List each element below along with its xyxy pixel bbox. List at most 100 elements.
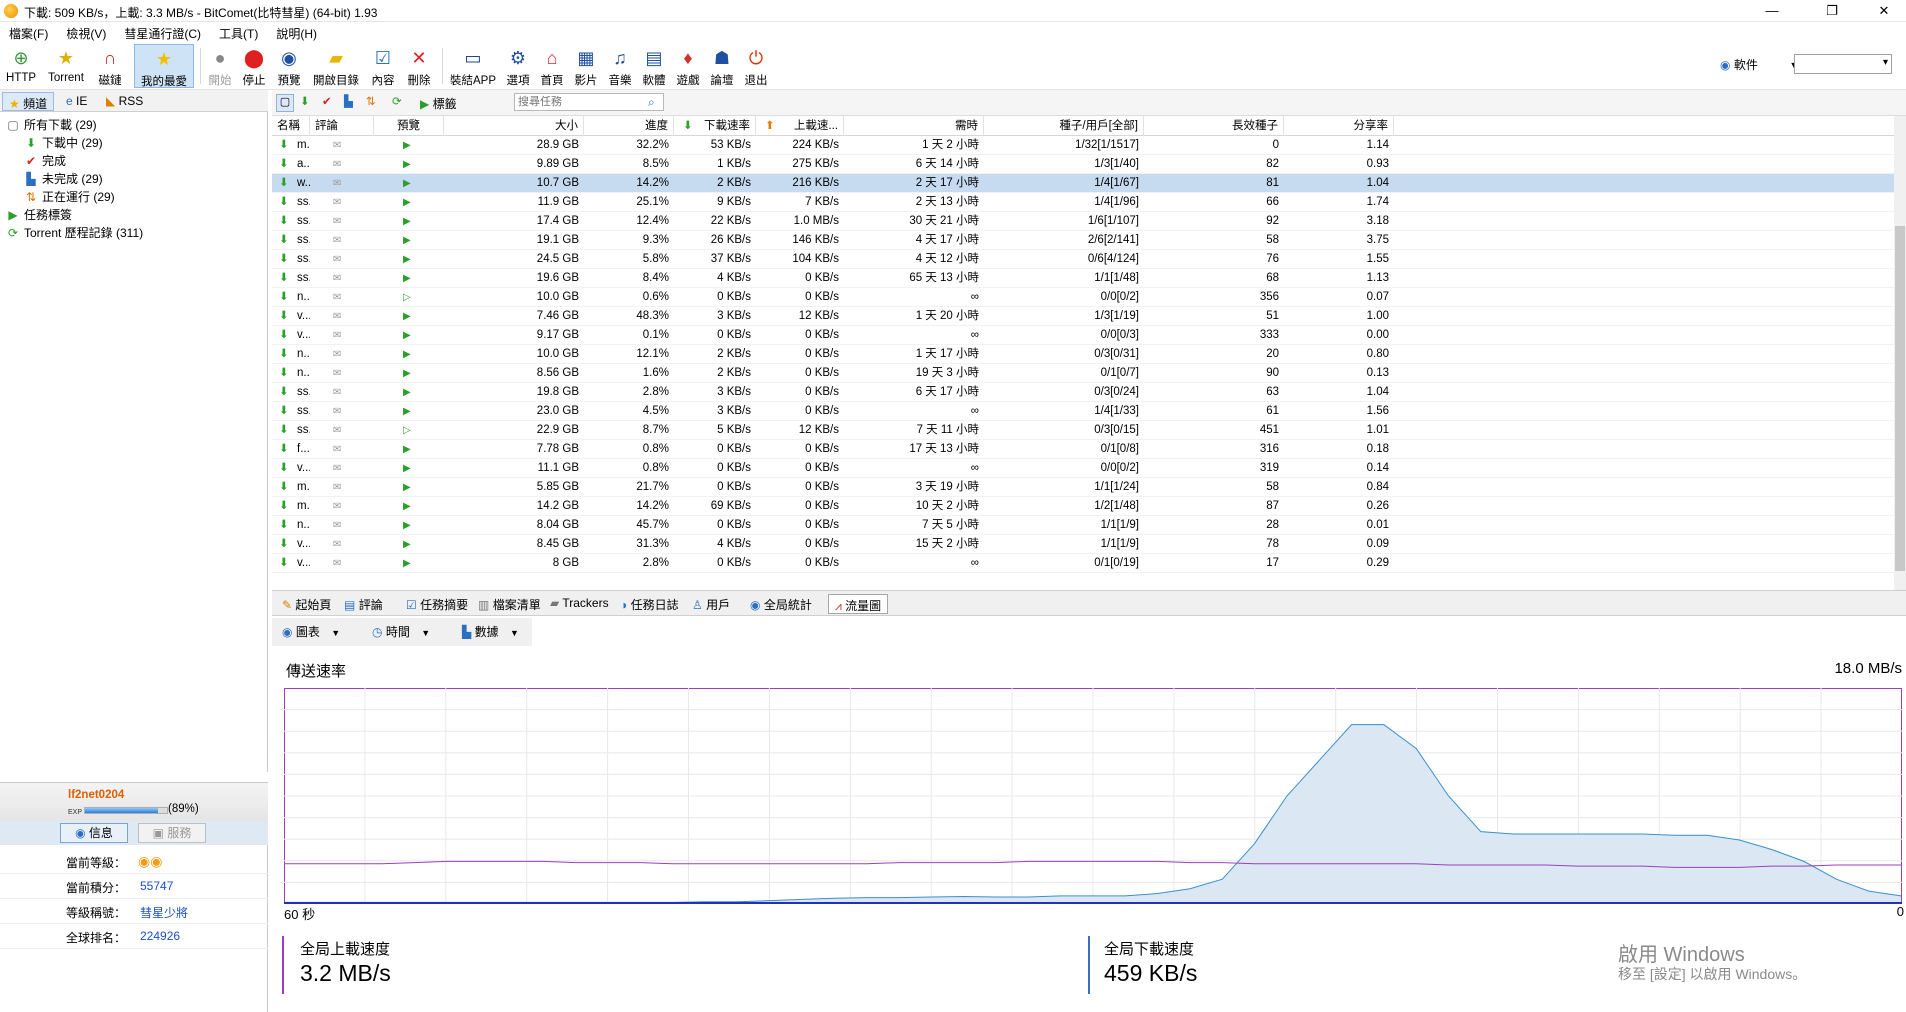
table-row[interactable]: ⬇ v... ✉ ▶ 8 GB 2.8% 0 KB/s 0 KB/s ∞ 0/1[0/19] 17 0…	[272, 554, 1906, 573]
preview-play-icon[interactable]: ▶	[398, 136, 428, 155]
forum-button[interactable]: ☗ 論壇	[706, 44, 738, 88]
http-button[interactable]: ⊕ HTTP	[2, 44, 40, 88]
table-row[interactable]: ⬇ n... ✉ ▶ 10.0 GB 12.1% 2 KB/s 0 KB/s 1 天 17 小時…	[272, 345, 1906, 364]
preview-play-icon[interactable]: ▶	[398, 307, 428, 326]
table-row[interactable]: ⬇ ss... ✉ ▶ 11.9 GB 25.1% 9 KB/s 7 KB/s 2 天 13 小…	[272, 193, 1906, 212]
table-row[interactable]: ⬇ m... ✉ ▶ 14.2 GB 14.2% 69 KB/s 0 KB/s 10 天 2 小…	[272, 497, 1906, 516]
torrent-button[interactable]: ★ Torrent	[42, 44, 90, 88]
tab-rss[interactable]: ◣ RSS	[100, 92, 149, 111]
tab-file-list[interactable]: ▥ 檔案清單	[472, 594, 547, 614]
col-share-ratio[interactable]: 分享率	[1284, 116, 1394, 136]
start-button[interactable]: ● 開始	[204, 44, 236, 88]
table-row[interactable]: ⬇ ss... ✉ ▶ 23.0 GB 4.5% 3 KB/s 0 KB/s ∞ 1/4[1/33…	[272, 402, 1906, 421]
preview-play-icon[interactable]: ▶	[398, 554, 428, 573]
table-row[interactable]: ⬇ f... ✉ ▶ 7.78 GB 0.8% 0 KB/s 0 KB/s 17 天 13 小時…	[272, 440, 1906, 459]
video-button[interactable]: ▦ 影片	[570, 44, 602, 88]
table-row[interactable]: ⬇ w... ✉ ▶ 10.7 GB 14.2% 2 KB/s 216 KB/s 2 天 17 …	[272, 174, 1906, 193]
table-row[interactable]: ⬇ m... ✉ ▶ 5.85 GB 21.7% 0 KB/s 0 KB/s 3 天 19 小時…	[272, 478, 1906, 497]
preview-play-icon[interactable]: ▶	[398, 231, 428, 250]
list-scrollbar[interactable]	[1894, 116, 1906, 590]
preview-play-icon[interactable]: ▶	[398, 345, 428, 364]
tab-comments[interactable]: ▤ 評論	[338, 594, 389, 614]
preview-play-icon[interactable]: ▶	[398, 402, 428, 421]
close-icon[interactable]: ✕	[1862, 0, 1906, 22]
options-button[interactable]: ⚙ 選項	[502, 44, 534, 88]
tab-trackers[interactable]: ▰ Trackers	[544, 594, 615, 614]
app-button[interactable]: ▭ 裝結APP	[446, 44, 500, 88]
tab-ie[interactable]: e IE	[60, 92, 93, 111]
menu-view[interactable]: 檢視(V)	[57, 22, 115, 42]
chart-dropdown[interactable]: ◉ 圖表 ▼	[282, 623, 340, 640]
preview-play-icon[interactable]: ▶	[398, 212, 428, 231]
col-upload-rate[interactable]: ⬆ 上載速...	[756, 116, 844, 136]
menu-help[interactable]: 說明(H)	[267, 22, 326, 42]
preview-play-icon[interactable]: ▶	[398, 535, 428, 554]
menu-pass[interactable]: 彗星通行證(C)	[115, 22, 210, 42]
search-icon[interactable]: ⌕	[648, 95, 655, 110]
software-menu[interactable]: ◉ 軟件 ▾	[1720, 56, 1797, 73]
tab-start-page[interactable]: ✎ 起始頁	[276, 594, 337, 614]
col-size[interactable]: 大小	[444, 116, 584, 136]
tab-peers[interactable]: ♙ 用戶	[686, 594, 736, 614]
magnet-button[interactable]: ∩ 磁鏈	[92, 44, 128, 88]
preview-play-icon[interactable]: ▶	[398, 193, 428, 212]
tree-all-downloads[interactable]: ▢ 所有下載 (29)	[0, 116, 268, 134]
time-dropdown[interactable]: ◷ 時間 ▼	[372, 623, 430, 640]
tree-history[interactable]: ⟳ Torrent 歷程記錄 (311)	[0, 224, 268, 242]
restore-icon[interactable]: ❐	[1810, 0, 1854, 22]
tab-traffic-graph[interactable]: ⩘ 流量圖	[828, 594, 889, 614]
preview-play-icon[interactable]: ▶	[398, 383, 428, 402]
incomplete-filter-icon[interactable]: ▙	[344, 94, 353, 108]
history-filter-icon[interactable]: ⟳	[392, 94, 402, 108]
menu-tools[interactable]: 工具(T)	[210, 22, 267, 42]
exit-button[interactable]: ⏻ 退出	[740, 44, 772, 88]
preview-play-icon[interactable]: ▶	[398, 269, 428, 288]
tree-task-tags[interactable]: ▶ 任務標簽	[0, 206, 268, 224]
table-row[interactable]: ⬇ ss... ✉ ▶ 19.6 GB 8.4% 4 KB/s 0 KB/s 65 天 13 小…	[272, 269, 1906, 288]
scroll-thumb[interactable]	[1895, 226, 1905, 571]
table-row[interactable]: ⬇ ss... ✉ ▶ 19.8 GB 2.8% 3 KB/s 0 KB/s 6 天 17 小時…	[272, 383, 1906, 402]
software-button[interactable]: ▤ 軟體	[638, 44, 670, 88]
table-row[interactable]: ⬇ ss... ✉ ▶ 19.1 GB 9.3% 26 KB/s 146 KB/s 4 天 17…	[272, 231, 1906, 250]
col-seeds-peers[interactable]: 種子/用戶[全部]	[984, 116, 1144, 136]
preview-play-icon[interactable]: ▶	[398, 440, 428, 459]
table-row[interactable]: ⬇ n... ✉ ▶ 8.56 GB 1.6% 2 KB/s 0 KB/s 19 天 3 小時 0…	[272, 364, 1906, 383]
preview-play-icon[interactable]: ▷	[398, 421, 428, 440]
completed-filter-icon[interactable]: ✔	[322, 94, 332, 108]
preview-play-icon[interactable]: ▶	[398, 497, 428, 516]
col-download-rate[interactable]: ⬇ 下載速率	[674, 116, 756, 136]
table-row[interactable]: ⬇ ss... ✉ ▷ 22.9 GB 8.7% 5 KB/s 12 KB/s 7 天 11 小…	[272, 421, 1906, 440]
col-remaining[interactable]: 需時	[844, 116, 984, 136]
tree-incomplete[interactable]: ▙ 未完成 (29)	[0, 170, 268, 188]
minimize-icon[interactable]: —	[1750, 0, 1794, 22]
table-row[interactable]: ⬇ v... ✉ ▶ 7.46 GB 48.3% 3 KB/s 12 KB/s 1 天 20 小…	[272, 307, 1906, 326]
stop-button[interactable]: ⬤ 停止	[238, 44, 270, 88]
preview-play-icon[interactable]: ▶	[398, 364, 428, 383]
col-comment[interactable]: 評論	[310, 116, 374, 136]
table-row[interactable]: ⬇ n... ✉ ▶ 8.04 GB 45.7% 0 KB/s 0 KB/s 7 天 5 小時 1…	[272, 516, 1906, 535]
all-filter-icon[interactable]: ▢	[276, 94, 294, 112]
delete-button[interactable]: ✕ 刪除	[402, 44, 436, 88]
preview-play-icon[interactable]: ▷	[398, 288, 428, 307]
preview-play-icon[interactable]: ▶	[398, 326, 428, 345]
col-preview[interactable]: 預覽	[374, 116, 444, 136]
table-row[interactable]: ⬇ v... ✉ ▶ 8.45 GB 31.3% 4 KB/s 0 KB/s 15 天 2 小時…	[272, 535, 1906, 554]
info-button[interactable]: ◉ 信息	[60, 823, 128, 843]
tab-global-stats[interactable]: ◉ 全局統計	[744, 594, 818, 614]
software-select[interactable]: ▾	[1794, 54, 1892, 74]
col-progress[interactable]: 進度	[584, 116, 674, 136]
table-row[interactable]: ⬇ v... ✉ ▶ 9.17 GB 0.1% 0 KB/s 0 KB/s ∞ 0/0[0/3] 3…	[272, 326, 1906, 345]
game-button[interactable]: ♦ 遊戲	[672, 44, 704, 88]
tab-log[interactable]: ◑ 任務日誌	[614, 594, 685, 614]
table-row[interactable]: ⬇ ss... ✉ ▶ 17.4 GB 12.4% 22 KB/s 1.0 MB/s 30 天 …	[272, 212, 1906, 231]
menu-file[interactable]: 檔案(F)	[0, 22, 57, 42]
table-row[interactable]: ⬇ m... ✉ ▶ 28.9 GB 32.2% 53 KB/s 224 KB/s 1 天 2 …	[272, 136, 1906, 155]
preview-button[interactable]: ◉ 預覽	[272, 44, 306, 88]
preview-play-icon[interactable]: ▶	[398, 478, 428, 497]
properties-button[interactable]: ☑ 內容	[366, 44, 400, 88]
preview-play-icon[interactable]: ▶	[398, 155, 428, 174]
music-button[interactable]: ♫ 音樂	[604, 44, 636, 88]
table-row[interactable]: ⬇ a... ✉ ▶ 9.89 GB 8.5% 1 KB/s 275 KB/s 6 天 14 小…	[272, 155, 1906, 174]
data-dropdown[interactable]: ▙ 數據 ▼	[462, 623, 519, 640]
open-folder-button[interactable]: ▰ 開啟目錄	[310, 44, 362, 88]
